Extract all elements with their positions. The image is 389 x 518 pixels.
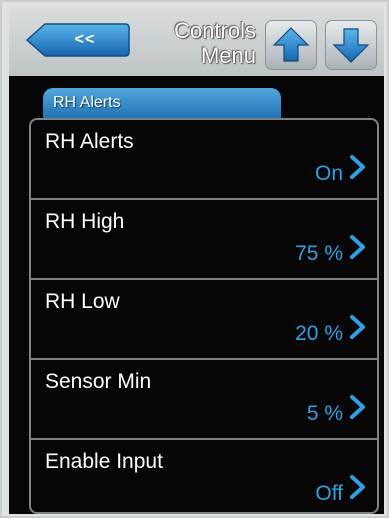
chevron-right-icon xyxy=(350,395,365,419)
back-button[interactable]: << xyxy=(25,22,131,58)
scroll-down-button[interactable] xyxy=(325,20,377,70)
item-value: 5 % xyxy=(306,402,343,425)
list-item-enable-input[interactable]: Enable Input Off xyxy=(31,440,377,512)
tab-rh-alerts[interactable]: RH Alerts xyxy=(43,88,281,120)
title-line-1: Controls xyxy=(174,18,256,43)
item-label: Sensor Min xyxy=(45,370,152,393)
chevron-right-icon xyxy=(350,475,365,499)
list-item-rh-alerts[interactable]: RH Alerts On xyxy=(31,120,377,200)
list-item-sensor-min[interactable]: Sensor Min 5 % xyxy=(31,360,377,440)
arrow-down-icon xyxy=(332,28,370,63)
item-label: RH High xyxy=(45,210,125,233)
scroll-up-button[interactable] xyxy=(265,20,317,70)
title-line-2: Menu xyxy=(200,43,256,68)
header-bar: << Controls Menu xyxy=(9,8,384,76)
device-frame: << Controls Menu RH Alerts RH Alerts On … xyxy=(0,0,389,518)
settings-list: RH Alerts On RH High 75 % RH Low 20 % Se… xyxy=(29,118,379,514)
item-value: 20 % xyxy=(295,322,343,345)
item-value: Off xyxy=(315,482,343,505)
item-label: RH Alerts xyxy=(45,130,134,153)
list-item-rh-low[interactable]: RH Low 20 % xyxy=(31,280,377,360)
screen: << Controls Menu RH Alerts RH Alerts On … xyxy=(9,8,384,514)
chevron-right-icon xyxy=(350,155,365,179)
back-button-label: << xyxy=(74,31,96,48)
chevron-right-icon xyxy=(350,235,365,259)
item-value: On xyxy=(314,162,343,185)
item-label: Enable Input xyxy=(45,450,163,473)
item-label: RH Low xyxy=(45,290,120,313)
chevron-right-icon xyxy=(350,315,365,339)
list-item-rh-high[interactable]: RH High 75 % xyxy=(31,200,377,280)
page-title: Controls Menu xyxy=(174,18,256,68)
item-value: 75 % xyxy=(295,242,343,265)
arrow-up-icon xyxy=(272,27,310,62)
